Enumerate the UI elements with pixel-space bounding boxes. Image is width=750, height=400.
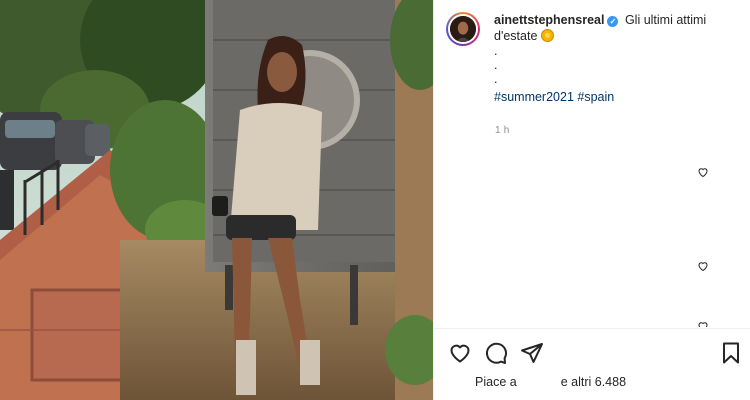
caption-dot: . xyxy=(494,58,498,72)
avatar[interactable] xyxy=(446,12,480,46)
hashtag-link[interactable]: #summer2021 xyxy=(494,90,574,104)
hashtag-link[interactable]: #spain xyxy=(577,90,614,104)
post-photo[interactable] xyxy=(0,0,433,400)
comment-like-icon[interactable] xyxy=(697,166,709,178)
action-bar xyxy=(448,341,743,367)
avatar-image xyxy=(450,16,476,42)
paper-plane-icon[interactable] xyxy=(520,341,544,365)
photo-scene xyxy=(0,0,433,400)
username-link[interactable]: ainettstephensreal xyxy=(494,13,604,27)
caption-row: ainettstephensreal ✓ Gli ultimi attimi d'… xyxy=(446,12,746,105)
comment-bubble-icon[interactable] xyxy=(484,341,508,365)
heart-outline-icon[interactable] xyxy=(448,341,472,365)
bookmark-icon[interactable] xyxy=(719,341,743,365)
caption-dot: . xyxy=(494,44,498,58)
post-time[interactable]: 1 h xyxy=(495,125,510,136)
comment-like-icon[interactable] xyxy=(697,260,709,272)
sun-emoji-icon xyxy=(540,29,554,42)
likes-prefix: Piace a xyxy=(475,375,517,389)
divider xyxy=(434,328,750,329)
verified-badge-icon: ✓ xyxy=(607,16,619,27)
hashtags: #summer2021 #spain xyxy=(494,89,724,105)
likes-suffix: e altri 6.488 xyxy=(560,375,627,389)
caption-dot: . xyxy=(494,72,498,86)
post-sidebar: ainettstephensreal ✓ Gli ultimi attimi d'… xyxy=(433,0,750,400)
comment-like-icon[interactable] xyxy=(697,320,709,327)
caption: ainettstephensreal ✓ Gli ultimi attimi d'… xyxy=(494,12,724,105)
likes-summary[interactable]: Piace a e altri 6.488 xyxy=(475,375,626,389)
